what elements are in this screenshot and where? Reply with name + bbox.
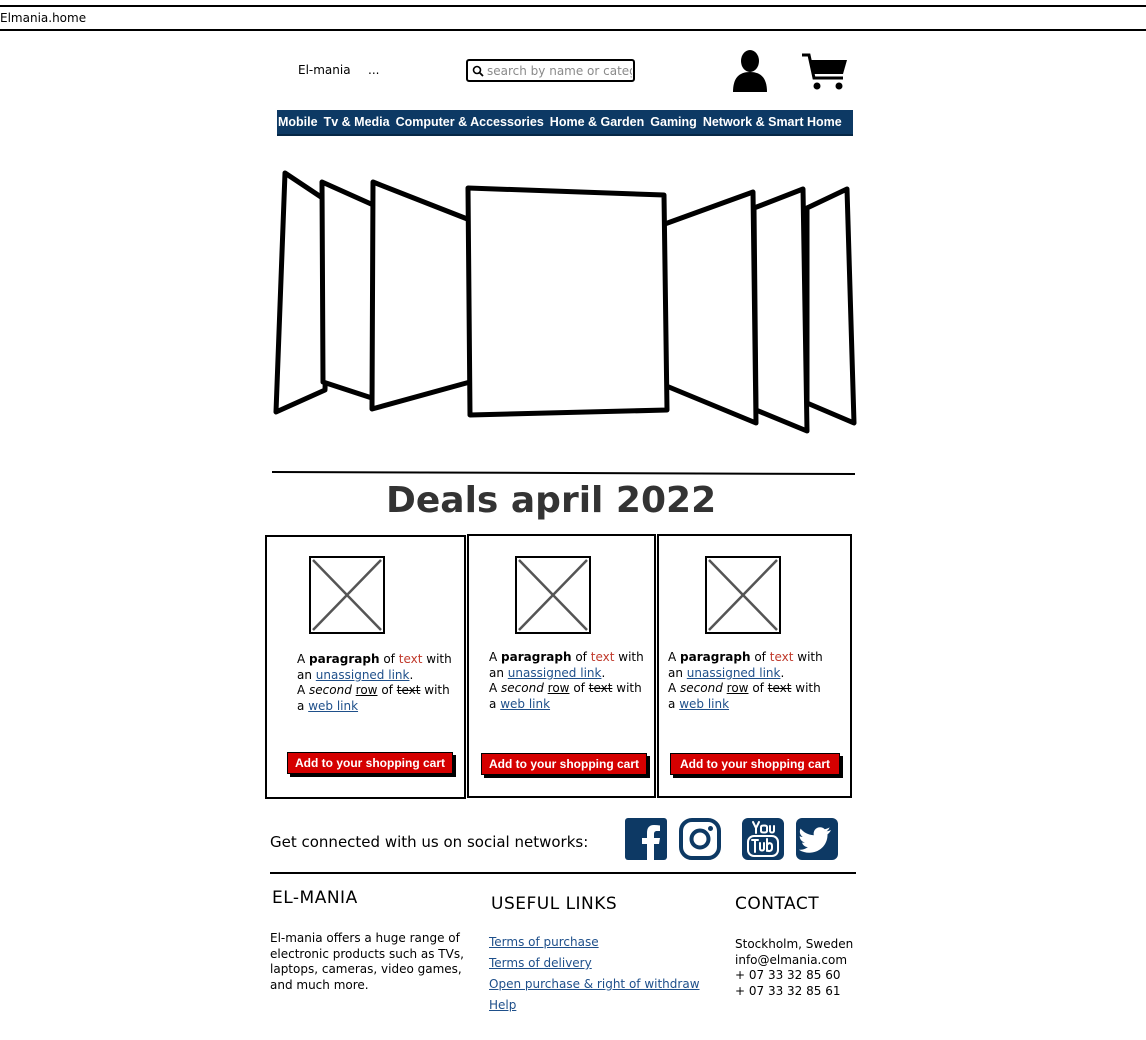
window-title: Elmania.home bbox=[0, 11, 87, 25]
social-caption: Get connected with us on social networks… bbox=[270, 833, 589, 851]
facebook-icon[interactable] bbox=[625, 818, 667, 860]
product-image-placeholder bbox=[515, 556, 591, 634]
unassigned-link[interactable]: unassigned link bbox=[687, 666, 781, 680]
brand-link[interactable]: El-mania bbox=[298, 63, 351, 77]
window-titlebar: Elmania.home bbox=[0, 5, 1146, 31]
twitter-icon[interactable] bbox=[796, 818, 838, 860]
carousel-slide-left-1 bbox=[369, 179, 478, 412]
product-image-placeholder bbox=[705, 556, 781, 634]
carousel-slide-center bbox=[465, 185, 670, 418]
footer-about-text: El-mania offers a huge range of electron… bbox=[270, 931, 464, 992]
web-link[interactable]: web link bbox=[500, 697, 550, 711]
main-nav: Mobile Tv & Media Computer & Accessories… bbox=[277, 110, 853, 136]
add-to-cart-button[interactable]: Add to your shopping cart bbox=[670, 753, 840, 775]
search-box[interactable] bbox=[466, 59, 635, 82]
footer-about-heading: EL-MANIA bbox=[272, 888, 358, 908]
user-icon[interactable] bbox=[731, 48, 769, 92]
contact-phone: + 07 33 32 85 60 bbox=[735, 968, 841, 982]
footer-divider bbox=[270, 872, 856, 874]
image-placeholder-icon bbox=[312, 559, 382, 631]
image-carousel[interactable] bbox=[270, 165, 860, 440]
youtube-icon[interactable] bbox=[742, 818, 784, 860]
card-description: A paragraph of text with an unassigned l… bbox=[489, 650, 644, 711]
withdraw-rights-link[interactable]: Open purchase & right of withdraw bbox=[489, 977, 700, 991]
footer-contact-info: Stockholm, Sweden info@elmania.com + 07 … bbox=[735, 937, 853, 999]
deal-card: A paragraph of text with an unassigned l… bbox=[467, 534, 656, 798]
terms-of-delivery-link[interactable]: Terms of delivery bbox=[489, 956, 592, 970]
add-to-cart-button[interactable]: Add to your shopping cart bbox=[481, 753, 647, 775]
nav-item-tv-media[interactable]: Tv & Media bbox=[324, 115, 390, 129]
unassigned-link[interactable]: unassigned link bbox=[508, 666, 602, 680]
contact-email: info@elmania.com bbox=[735, 952, 848, 967]
more-menu[interactable]: ... bbox=[368, 63, 379, 77]
nav-item-gaming[interactable]: Gaming bbox=[650, 115, 697, 129]
product-image-placeholder bbox=[309, 556, 385, 634]
carousel-slide-right-3 bbox=[804, 186, 857, 426]
terms-of-purchase-link[interactable]: Terms of purchase bbox=[489, 935, 599, 949]
instagram-icon[interactable] bbox=[679, 818, 721, 860]
card-description: A paragraph of text with an unassigned l… bbox=[668, 650, 823, 711]
web-link[interactable]: web link bbox=[679, 697, 729, 711]
image-placeholder-icon bbox=[518, 559, 588, 631]
carousel-slide-right-2 bbox=[751, 186, 810, 434]
contact-phone: + 07 33 32 85 61 bbox=[735, 983, 841, 998]
image-placeholder-icon bbox=[708, 559, 778, 631]
card-description: A paragraph of text with an unassigned l… bbox=[297, 652, 452, 713]
web-link[interactable]: web link bbox=[308, 699, 358, 713]
deals-heading: Deals april 2022 bbox=[386, 480, 717, 521]
carousel-slide-right-1 bbox=[659, 189, 759, 426]
nav-item-computer-accessories[interactable]: Computer & Accessories bbox=[396, 115, 544, 129]
deal-card: A paragraph of text with an unassigned l… bbox=[265, 535, 466, 799]
deal-card: A paragraph of text with an unassigned l… bbox=[657, 534, 852, 798]
help-link[interactable]: Help bbox=[489, 998, 516, 1012]
section-divider bbox=[271, 470, 856, 476]
footer-links-heading: USEFUL LINKS bbox=[491, 894, 618, 914]
footer-contact-heading: CONTACT bbox=[735, 894, 820, 914]
nav-item-network-smart-home[interactable]: Network & Smart Home bbox=[703, 115, 842, 129]
search-icon bbox=[472, 65, 484, 77]
search-input[interactable] bbox=[487, 62, 632, 80]
nav-item-mobile[interactable]: Mobile bbox=[278, 115, 318, 129]
contact-location: Stockholm, Sweden bbox=[735, 937, 854, 951]
add-to-cart-button[interactable]: Add to your shopping cart bbox=[287, 752, 453, 774]
nav-item-home-garden[interactable]: Home & Garden bbox=[550, 115, 644, 129]
unassigned-link[interactable]: unassigned link bbox=[316, 668, 410, 682]
cart-icon[interactable] bbox=[801, 52, 849, 92]
